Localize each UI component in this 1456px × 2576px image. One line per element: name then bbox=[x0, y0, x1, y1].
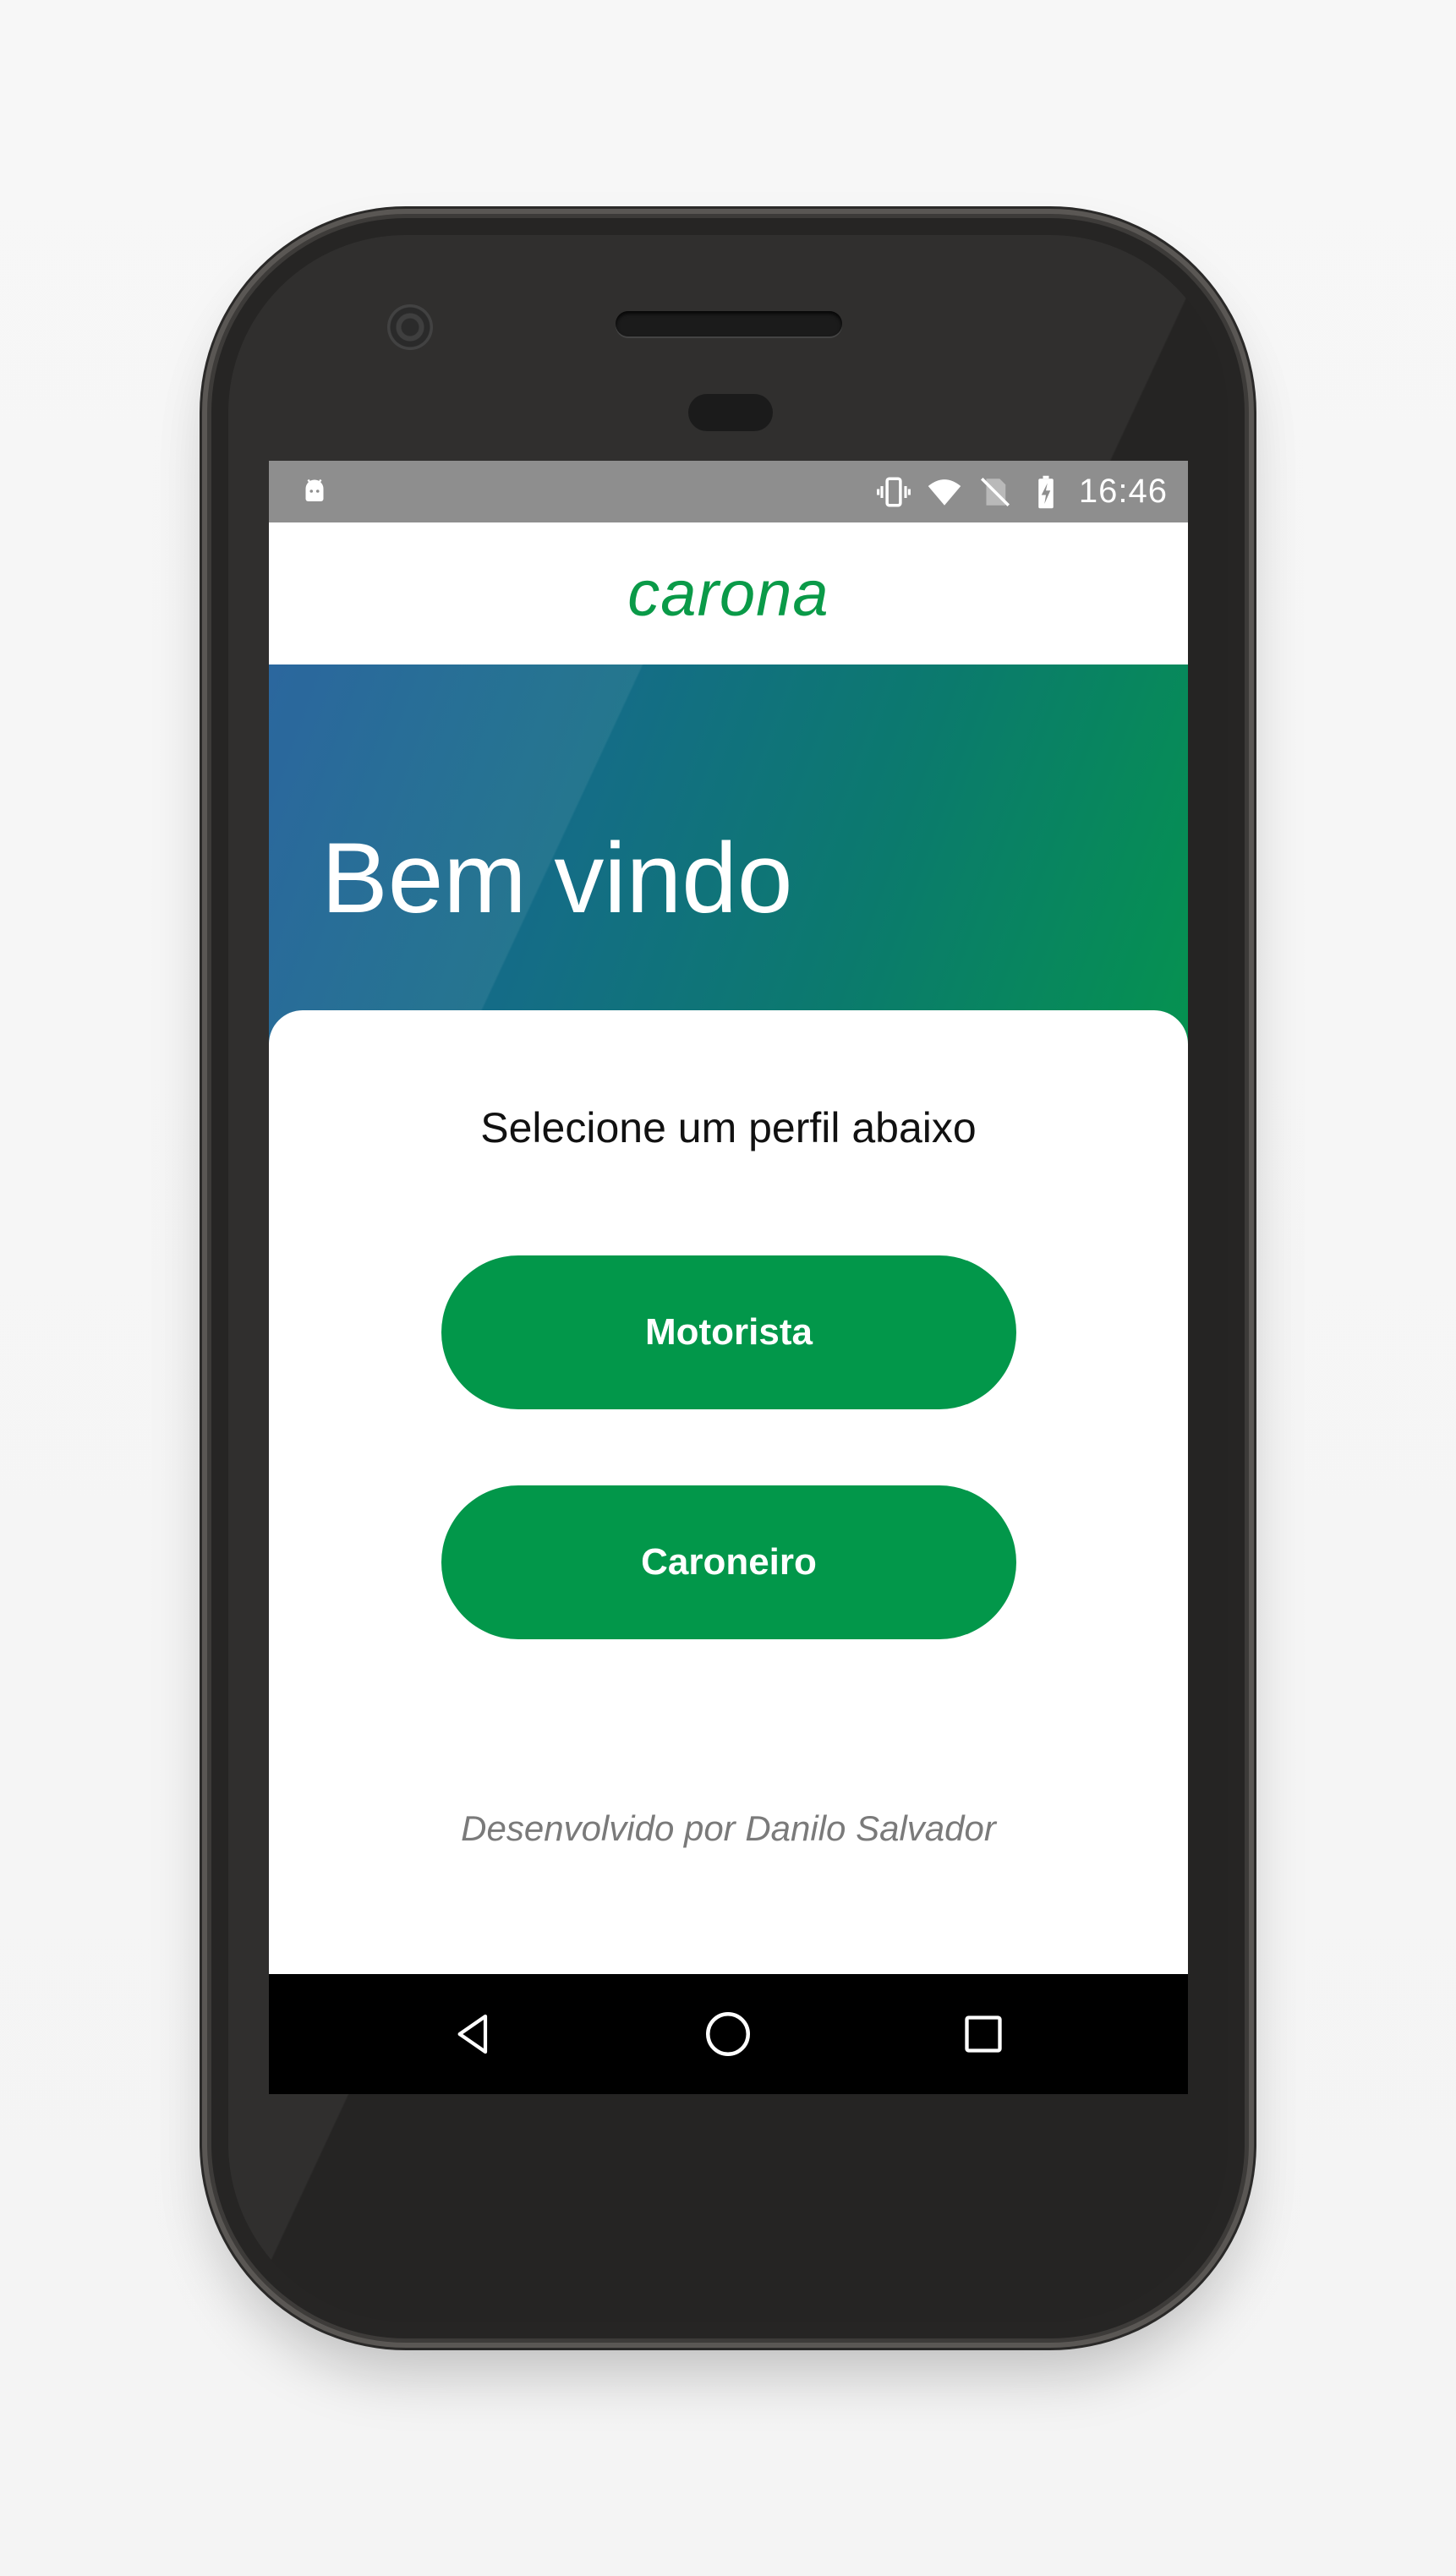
select-profile-label: Selecione um perfil abaixo bbox=[480, 1104, 977, 1151]
front-camera-icon bbox=[387, 304, 433, 350]
motorista-button[interactable]: Motorista bbox=[441, 1255, 1016, 1409]
back-button[interactable] bbox=[440, 2000, 507, 2068]
proximity-sensor bbox=[688, 394, 773, 431]
no-sim-icon bbox=[980, 477, 1010, 506]
back-icon bbox=[457, 2014, 488, 2054]
app-title: carona bbox=[627, 557, 829, 630]
wifi-icon bbox=[928, 479, 961, 506]
status-bar: 16:46 bbox=[269, 461, 1188, 522]
hero-banner: Bem vindo bbox=[269, 665, 1188, 1045]
home-icon bbox=[706, 2012, 750, 2056]
recents-icon bbox=[965, 2015, 1002, 2053]
recents-button[interactable] bbox=[950, 2000, 1017, 2068]
welcome-title: Bem vindo bbox=[321, 823, 793, 934]
caroneiro-button[interactable]: Caroneiro bbox=[441, 1485, 1016, 1639]
developer-credit: Desenvolvido por Danilo Salvador bbox=[461, 1808, 996, 1848]
navigation-bar bbox=[269, 1974, 1188, 2094]
vibrate-icon bbox=[876, 477, 911, 506]
earpiece-speaker bbox=[616, 311, 842, 336]
status-icons: 16:46 bbox=[876, 461, 1168, 522]
app-screen: 16:46 carona Bem vindo Selecione um perf… bbox=[269, 461, 1188, 2094]
profile-card: Selecione um perfil abaixo Motorista Car… bbox=[269, 1010, 1188, 1974]
app-bar: carona bbox=[269, 522, 1188, 665]
home-button[interactable] bbox=[694, 2000, 762, 2068]
battery-charging-icon bbox=[1038, 475, 1054, 508]
android-debug-icon bbox=[305, 479, 324, 501]
device-mockup: 16:46 carona Bem vindo Selecione um perf… bbox=[0, 0, 1456, 2576]
status-time: 16:46 bbox=[1078, 473, 1168, 510]
